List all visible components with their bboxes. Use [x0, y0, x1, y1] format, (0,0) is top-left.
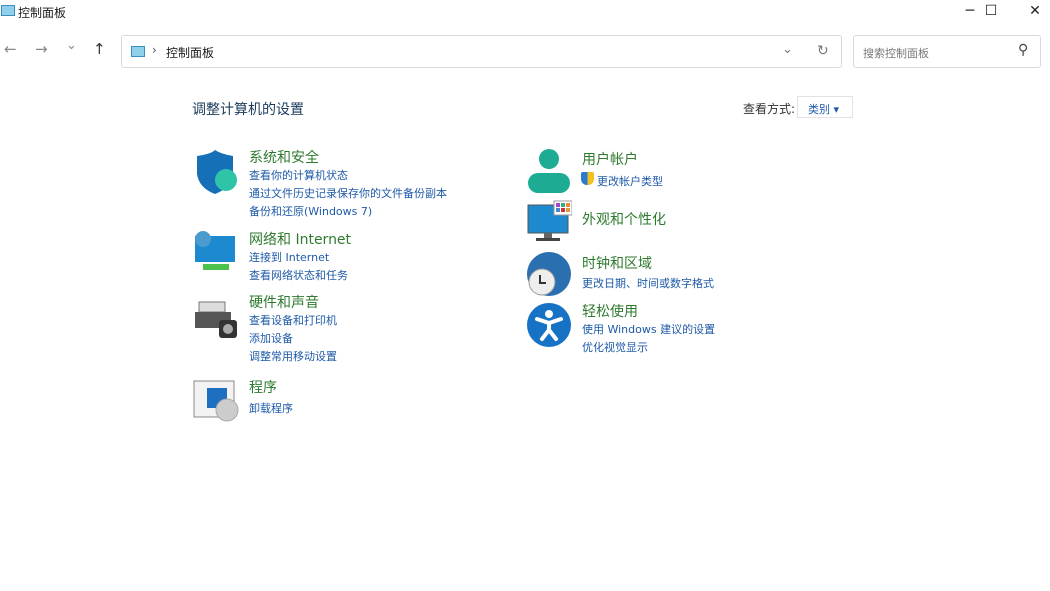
address-dropdown-button[interactable]: ⌄ [782, 42, 793, 57]
link-network-status[interactable]: 查看网络状态和任务 [249, 267, 348, 283]
link-optimize-display[interactable]: 优化视觉显示 [582, 339, 648, 355]
clock-globe-icon [527, 252, 571, 296]
link-change-date-time-format[interactable]: 更改日期、时间或数字格式 [582, 275, 714, 291]
chevron-down-icon: ▾ [833, 103, 840, 116]
view-by-dropdown[interactable]: 类别 ▾ [797, 96, 853, 118]
printer-icon [195, 301, 237, 338]
link-devices-printers[interactable]: 查看设备和打印机 [249, 312, 337, 328]
page-heading: 调整计算机的设置 [192, 102, 304, 118]
uac-shield-icon [581, 172, 594, 185]
category-system-security[interactable]: 系统和安全 [249, 147, 319, 167]
accessibility-icon [527, 303, 571, 347]
breadcrumb-control-panel[interactable]: 控制面板 [166, 44, 214, 61]
search-input[interactable]: 搜索控制面板 [863, 45, 929, 61]
search-icon[interactable]: ⚲ [1018, 42, 1028, 58]
category-programs[interactable]: 程序 [249, 377, 277, 397]
category-network-internet[interactable]: 网络和 Internet [249, 229, 351, 249]
category-hardware-sound[interactable]: 硬件和声音 [249, 292, 319, 312]
search-box[interactable]: 搜索控制面板 ⚲ [853, 35, 1041, 68]
link-mobility-settings[interactable]: 调整常用移动设置 [249, 348, 337, 364]
monitor-icon [527, 200, 572, 241]
category-ease-of-access[interactable]: 轻松使用 [582, 301, 638, 321]
category-appearance-personalization[interactable]: 外观和个性化 [582, 209, 666, 229]
link-connect-internet[interactable]: 连接到 Internet [249, 249, 329, 265]
back-button[interactable]: ← [4, 40, 17, 58]
category-clock-region[interactable]: 时钟和区域 [582, 253, 652, 273]
network-icon [195, 231, 235, 270]
programs-icon [193, 380, 239, 422]
control-panel-icon [131, 46, 145, 57]
link-file-history[interactable]: 通过文件历史记录保存你的文件备份副本 [249, 185, 447, 201]
user-icon [528, 149, 570, 193]
link-view-computer-status[interactable]: 查看你的计算机状态 [249, 167, 348, 183]
link-recommended-settings[interactable]: 使用 Windows 建议的设置 [582, 321, 715, 337]
refresh-button[interactable]: ↻ [817, 43, 829, 59]
link-backup-restore[interactable]: 备份和还原(Windows 7) [249, 203, 372, 219]
close-button[interactable]: ✕ [1012, 0, 1050, 22]
link-change-account-type[interactable]: 更改帐户类型 [597, 173, 663, 189]
link-add-device[interactable]: 添加设备 [249, 330, 293, 346]
shield-icon [197, 150, 237, 194]
breadcrumb-separator[interactable]: › [152, 43, 157, 57]
control-panel-icon [1, 5, 15, 16]
view-by-label: 查看方式: [743, 102, 796, 116]
address-bar[interactable]: › 控制面板 ⌄ ↻ [121, 35, 842, 68]
recent-locations-button[interactable]: ⌄ [66, 38, 77, 53]
view-by-value: 类别 [808, 103, 830, 116]
forward-button[interactable]: → [35, 40, 48, 58]
up-button[interactable]: ↑ [93, 40, 106, 58]
link-uninstall-program[interactable]: 卸载程序 [249, 400, 293, 416]
window-title: 控制面板 [18, 6, 67, 20]
maximize-button[interactable]: ☐ [968, 0, 1014, 22]
category-user-accounts[interactable]: 用户帐户 [582, 149, 638, 169]
